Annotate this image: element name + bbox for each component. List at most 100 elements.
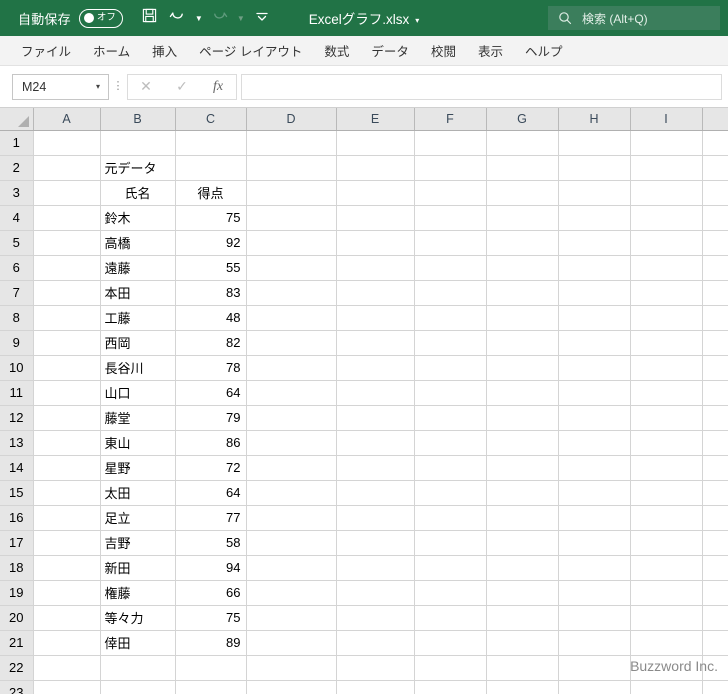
row-header-9[interactable]: 9 bbox=[0, 330, 34, 356]
cell-g19[interactable] bbox=[486, 580, 559, 606]
column-header-f[interactable]: F bbox=[414, 108, 487, 131]
cell-i3[interactable] bbox=[630, 180, 703, 206]
cell-b8[interactable]: 工藤 bbox=[99, 305, 176, 331]
cell-g23[interactable] bbox=[486, 680, 559, 694]
cell-f23[interactable] bbox=[414, 680, 487, 694]
cell-d13[interactable] bbox=[246, 430, 337, 456]
cell-i7[interactable] bbox=[630, 280, 703, 306]
cell-h20[interactable] bbox=[558, 605, 631, 631]
cell-j4[interactable] bbox=[702, 205, 728, 231]
cell-a7[interactable] bbox=[33, 280, 101, 306]
cell-g12[interactable] bbox=[486, 405, 559, 431]
cell-j17[interactable] bbox=[702, 530, 728, 556]
column-header-h[interactable]: H bbox=[558, 108, 631, 131]
cell-d3[interactable] bbox=[246, 180, 337, 206]
cell-i15[interactable] bbox=[630, 480, 703, 506]
row-header-5[interactable]: 5 bbox=[0, 230, 34, 256]
cell-e17[interactable] bbox=[336, 530, 415, 556]
cell-c21[interactable]: 89 bbox=[175, 630, 247, 656]
cell-h22[interactable] bbox=[558, 655, 631, 681]
cell-a23[interactable] bbox=[33, 680, 101, 694]
cell-c9[interactable]: 82 bbox=[175, 330, 247, 356]
select-all-button[interactable] bbox=[0, 108, 34, 131]
cell-j21[interactable] bbox=[702, 630, 728, 656]
cell-j8[interactable] bbox=[702, 305, 728, 331]
cell-h10[interactable] bbox=[558, 355, 631, 381]
cell-h19[interactable] bbox=[558, 580, 631, 606]
cell-e8[interactable] bbox=[336, 305, 415, 331]
cell-j23[interactable] bbox=[702, 680, 728, 694]
cell-c3[interactable]: 得点 bbox=[175, 179, 247, 206]
cell-a16[interactable] bbox=[33, 505, 101, 531]
row-header-13[interactable]: 13 bbox=[0, 430, 34, 456]
cell-f3[interactable] bbox=[414, 180, 487, 206]
cell-b3[interactable]: 氏名 bbox=[99, 179, 176, 206]
column-header-a[interactable]: A bbox=[33, 108, 101, 131]
cell-a1[interactable] bbox=[33, 130, 101, 156]
row-header-16[interactable]: 16 bbox=[0, 505, 34, 531]
undo-button[interactable] bbox=[165, 5, 191, 31]
cell-f11[interactable] bbox=[414, 380, 487, 406]
cell-i12[interactable] bbox=[630, 405, 703, 431]
cell-i22[interactable] bbox=[630, 655, 703, 681]
cell-a14[interactable] bbox=[33, 455, 101, 481]
cell-j10[interactable] bbox=[702, 355, 728, 381]
cell-a13[interactable] bbox=[33, 430, 101, 456]
cell-h2[interactable] bbox=[558, 155, 631, 181]
redo-dropdown-caret-icon[interactable]: ▼ bbox=[235, 5, 247, 31]
cell-e19[interactable] bbox=[336, 580, 415, 606]
cell-f17[interactable] bbox=[414, 530, 487, 556]
cell-c15[interactable]: 64 bbox=[175, 480, 247, 506]
cell-b6[interactable]: 遠藤 bbox=[99, 255, 176, 281]
cell-e22[interactable] bbox=[336, 655, 415, 681]
row-header-18[interactable]: 18 bbox=[0, 555, 34, 581]
cell-b17[interactable]: 吉野 bbox=[99, 530, 176, 556]
cell-c19[interactable]: 66 bbox=[175, 580, 247, 606]
cell-e12[interactable] bbox=[336, 405, 415, 431]
cell-b19[interactable]: 権藤 bbox=[99, 580, 176, 606]
row-header-20[interactable]: 20 bbox=[0, 605, 34, 631]
tab-view[interactable]: 表示 bbox=[467, 37, 514, 64]
cell-g1[interactable] bbox=[486, 130, 559, 156]
column-header-g[interactable]: G bbox=[486, 108, 559, 131]
cell-j9[interactable] bbox=[702, 330, 728, 356]
row-header-12[interactable]: 12 bbox=[0, 405, 34, 431]
cell-d18[interactable] bbox=[246, 555, 337, 581]
cell-e3[interactable] bbox=[336, 180, 415, 206]
cell-e18[interactable] bbox=[336, 555, 415, 581]
tab-insert[interactable]: 挿入 bbox=[141, 37, 188, 64]
cell-b20[interactable]: 等々力 bbox=[99, 605, 176, 631]
cell-c6[interactable]: 55 bbox=[175, 255, 247, 281]
document-title[interactable]: Excelグラフ.xlsx bbox=[309, 12, 410, 27]
cancel-button[interactable]: ✕ bbox=[128, 75, 164, 99]
cell-j11[interactable] bbox=[702, 380, 728, 406]
cell-i1[interactable] bbox=[630, 130, 703, 156]
cell-c20[interactable]: 75 bbox=[175, 605, 247, 631]
cell-a15[interactable] bbox=[33, 480, 101, 506]
cell-f9[interactable] bbox=[414, 330, 487, 356]
cell-c4[interactable]: 75 bbox=[175, 205, 247, 231]
cell-d7[interactable] bbox=[246, 280, 337, 306]
cell-g20[interactable] bbox=[486, 605, 559, 631]
cell-e23[interactable] bbox=[336, 680, 415, 694]
name-box[interactable]: M24 ▾ bbox=[12, 73, 109, 100]
row-header-21[interactable]: 21 bbox=[0, 630, 34, 656]
cell-g7[interactable] bbox=[486, 280, 559, 306]
tab-help[interactable]: ヘルプ bbox=[514, 37, 574, 64]
cell-g21[interactable] bbox=[486, 630, 559, 656]
cell-b5[interactable]: 高橋 bbox=[99, 230, 176, 256]
cell-h11[interactable] bbox=[558, 380, 631, 406]
cell-h3[interactable] bbox=[558, 180, 631, 206]
cell-g16[interactable] bbox=[486, 505, 559, 531]
cell-d2[interactable] bbox=[246, 155, 337, 181]
cell-f6[interactable] bbox=[414, 255, 487, 281]
cell-f8[interactable] bbox=[414, 305, 487, 331]
cell-h6[interactable] bbox=[558, 255, 631, 281]
cell-f4[interactable] bbox=[414, 205, 487, 231]
search-box[interactable]: 検索 (Alt+Q) bbox=[548, 6, 720, 30]
cell-j5[interactable] bbox=[702, 230, 728, 256]
cell-d1[interactable] bbox=[246, 130, 337, 156]
cell-f12[interactable] bbox=[414, 405, 487, 431]
cell-e9[interactable] bbox=[336, 330, 415, 356]
cell-h18[interactable] bbox=[558, 555, 631, 581]
